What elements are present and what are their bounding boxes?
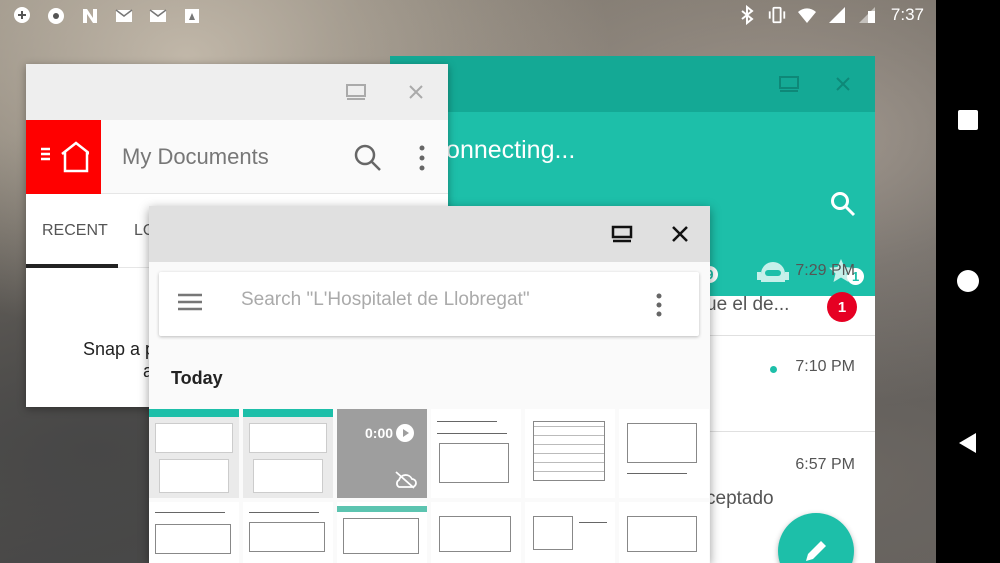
photo-thumbnail[interactable]: [619, 409, 709, 498]
window-caption[interactable]: [149, 206, 710, 262]
add-chat-icon: [12, 6, 32, 26]
vpn-icon: [46, 6, 66, 26]
photo-thumbnail[interactable]: [431, 502, 521, 563]
photo-thumbnail[interactable]: [431, 409, 521, 498]
vibrate-icon: [767, 5, 787, 25]
bluetooth-icon: [737, 5, 757, 25]
conversation-time: 7:10 PM: [795, 358, 855, 375]
battery-icon: [857, 5, 877, 25]
photo-thumbnail[interactable]: [149, 502, 239, 563]
photos-window[interactable]: Today 0:00: [149, 206, 710, 563]
cell-signal-icon: [827, 5, 847, 25]
maximize-icon[interactable]: [777, 72, 801, 96]
conversation-snippet: ceptado: [706, 488, 774, 509]
video-duration: 0:00: [365, 425, 394, 441]
photo-thumbnail[interactable]: [243, 502, 333, 563]
more-options-icon[interactable]: [655, 292, 663, 323]
play-icon: [395, 423, 415, 448]
page-title: My Documents: [122, 144, 269, 169]
menu-icon[interactable]: [177, 292, 203, 317]
conversation-time: 7:29 PM: [795, 262, 855, 279]
search-bar[interactable]: [159, 272, 699, 336]
more-options-icon[interactable]: [418, 144, 426, 177]
empty-state-text: Snap a p a: [83, 339, 156, 381]
window-caption[interactable]: [26, 64, 448, 120]
status-bar: 7:37: [0, 0, 936, 34]
close-icon[interactable]: [831, 72, 855, 96]
navigation-bar: [936, 0, 1000, 563]
search-icon[interactable]: [830, 191, 856, 222]
home-nav-button[interactable]: [956, 269, 980, 293]
maximize-icon[interactable]: [344, 80, 368, 104]
close-icon[interactable]: [404, 80, 428, 104]
cloud-off-icon: [393, 471, 417, 494]
photo-thumbnail[interactable]: [243, 409, 333, 498]
window-caption[interactable]: [390, 56, 875, 112]
maximize-icon[interactable]: [610, 222, 634, 246]
connection-status-title: Connecting...: [428, 136, 576, 164]
photo-thumbnail[interactable]: [337, 502, 427, 563]
mail-icon: [148, 6, 168, 26]
photo-thumbnail[interactable]: [525, 502, 615, 563]
search-input[interactable]: [241, 289, 641, 311]
search-icon[interactable]: [354, 144, 382, 177]
status-dot: [770, 366, 777, 373]
mail-icon: [114, 6, 134, 26]
wifi-icon: [797, 5, 817, 25]
date-section-heading: Today: [171, 368, 223, 388]
unread-badge: 1: [827, 292, 857, 322]
active-tab-indicator: [26, 264, 118, 268]
drive-icon: [182, 6, 202, 26]
back-button[interactable]: [956, 431, 980, 455]
conversation-snippet: ue el de...: [706, 294, 790, 315]
tab-recent[interactable]: RECENT: [42, 222, 108, 240]
photo-thumbnail[interactable]: [525, 409, 615, 498]
conversation-time: 6:57 PM: [795, 456, 855, 473]
home-icon: [40, 141, 89, 173]
clock: 7:37: [890, 5, 924, 24]
photo-thumbnail[interactable]: [149, 409, 239, 498]
recents-button[interactable]: [956, 108, 980, 132]
pencil-icon: [806, 541, 826, 561]
photo-thumbnail[interactable]: [619, 502, 709, 563]
video-thumbnail[interactable]: 0:00: [337, 409, 427, 498]
close-icon[interactable]: [668, 222, 692, 246]
home-button[interactable]: [26, 120, 101, 194]
documents-app-bar: My Documents: [26, 120, 448, 194]
n-icon: [80, 6, 100, 26]
